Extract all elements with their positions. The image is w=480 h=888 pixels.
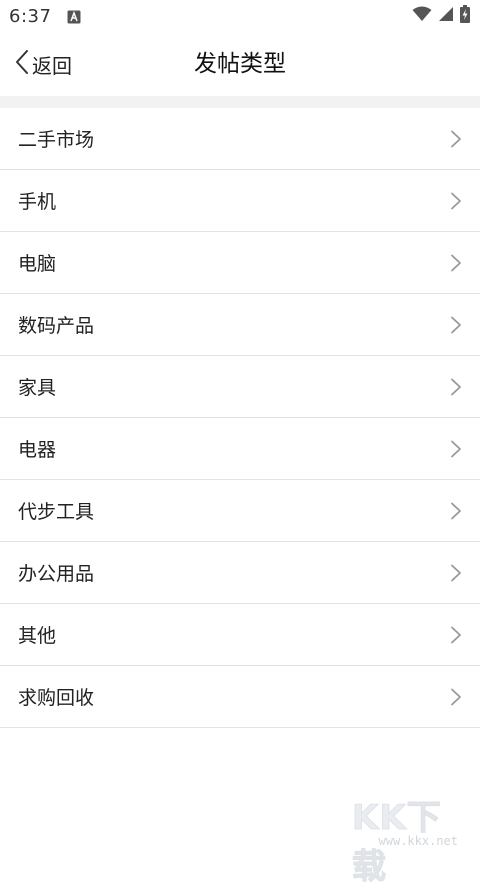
list-item-label: 代步工具 <box>18 501 95 523</box>
chevron-right-icon <box>450 440 462 458</box>
list-item-label: 数码产品 <box>18 315 95 337</box>
nav-bar: 返回 发帖类型 <box>0 32 480 96</box>
watermark-url: www.kkx.net <box>378 834 458 848</box>
status-time: 6:37 <box>9 5 52 27</box>
wifi-icon <box>412 6 432 26</box>
page-title: 发帖类型 <box>194 51 286 77</box>
list-item-label: 家具 <box>18 377 57 399</box>
list-item-label: 手机 <box>18 191 57 213</box>
post-type-list: 二手市场 手机 电脑 数码产品 家具 电器 代步工具 办公用品 其他 求购回收 <box>0 108 480 728</box>
chevron-right-icon <box>450 378 462 396</box>
battery-charging-icon <box>460 5 470 27</box>
chevron-right-icon <box>450 130 462 148</box>
list-item-label: 电器 <box>18 439 57 461</box>
watermark: KK下载 www.kkx.net <box>352 790 472 888</box>
watermark-logo: KK下载 <box>352 798 442 888</box>
list-item-digital-products[interactable]: 数码产品 <box>0 294 480 356</box>
list-item-second-hand-market[interactable]: 二手市场 <box>0 108 480 170</box>
section-divider <box>0 96 480 108</box>
list-item-computer[interactable]: 电脑 <box>0 232 480 294</box>
chevron-right-icon <box>450 254 462 272</box>
list-item-furniture[interactable]: 家具 <box>0 356 480 418</box>
list-item-label: 二手市场 <box>18 129 95 151</box>
chevron-right-icon <box>450 626 462 644</box>
chevron-right-icon <box>450 688 462 706</box>
list-item-other[interactable]: 其他 <box>0 604 480 666</box>
status-bar: 6:37 <box>0 0 480 32</box>
list-item-appliances[interactable]: 电器 <box>0 418 480 480</box>
list-item-transport[interactable]: 代步工具 <box>0 480 480 542</box>
list-item-label: 办公用品 <box>18 563 95 585</box>
cellular-signal-icon <box>438 6 454 26</box>
list-item-label: 其他 <box>18 625 57 647</box>
status-icons <box>412 5 470 27</box>
chevron-right-icon <box>450 192 462 210</box>
chevron-right-icon <box>450 316 462 334</box>
chevron-right-icon <box>450 564 462 582</box>
list-item-label: 电脑 <box>18 253 57 275</box>
chevron-right-icon <box>450 502 462 520</box>
list-item-wanted-recycle[interactable]: 求购回收 <box>0 666 480 728</box>
list-item-label: 求购回收 <box>18 687 95 709</box>
list-item-phone[interactable]: 手机 <box>0 170 480 232</box>
a-letter-icon <box>67 9 81 24</box>
list-item-office-supplies[interactable]: 办公用品 <box>0 542 480 604</box>
